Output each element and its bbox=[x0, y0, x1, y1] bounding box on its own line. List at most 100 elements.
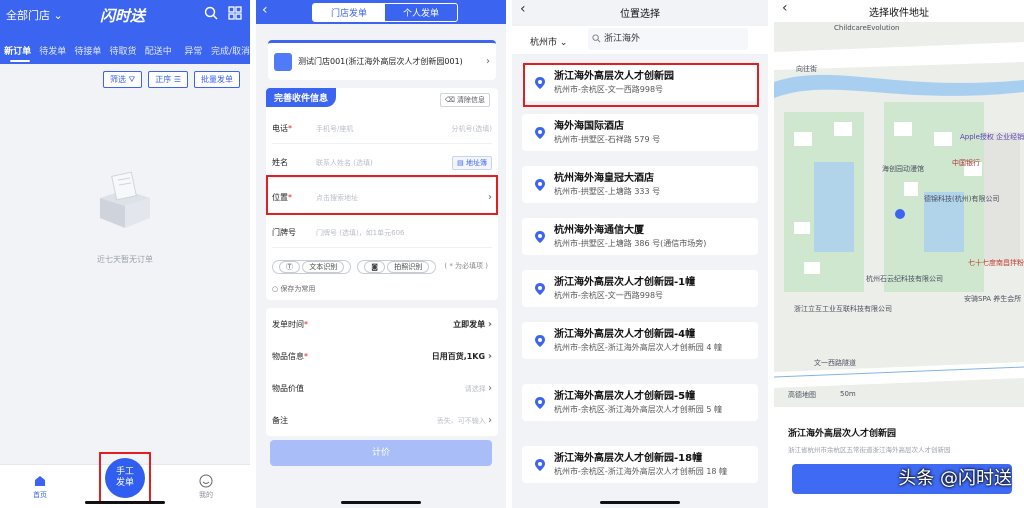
chevron-right-icon: › bbox=[488, 414, 492, 426]
goods-row[interactable]: 物品信息* 日用百货,1KG › bbox=[272, 340, 492, 372]
location-pin-icon bbox=[535, 126, 545, 139]
tab-store-order[interactable]: 门店发单 bbox=[313, 4, 386, 21]
search-icon bbox=[592, 34, 601, 43]
save-common-checkbox[interactable]: ○ 保存为常用 bbox=[272, 284, 315, 294]
phone-input[interactable]: 手机号/座机 bbox=[316, 124, 452, 134]
price-button[interactable]: 计价 bbox=[270, 440, 492, 466]
batch-send-button[interactable]: 批量发单 bbox=[194, 71, 240, 88]
list-item[interactable]: 海外海国际酒店 杭州市-拱墅区-石祥路 579 号 bbox=[522, 114, 758, 151]
phone-row: 电话* 手机号/座机 分机号(选填) bbox=[272, 114, 492, 144]
home-indicator bbox=[341, 501, 421, 504]
back-icon[interactable]: ‹ bbox=[262, 2, 268, 18]
home-indicator bbox=[600, 501, 680, 504]
filter-button[interactable]: 筛选 ⛛ bbox=[103, 71, 143, 88]
chevron-down-icon: ⌄ bbox=[53, 9, 63, 22]
map-view[interactable]: ChildcareEvolution 向往街 Apple授权 企业经销商 中国银… bbox=[774, 22, 1024, 407]
camera-icon: ◙ bbox=[364, 261, 386, 273]
location-pin-icon bbox=[535, 230, 545, 243]
tab-personal-order[interactable]: 个人发单 bbox=[385, 4, 457, 21]
form-title: 完善收件信息 bbox=[266, 88, 337, 107]
place-name: 浙江海外高层次人才创新园 bbox=[788, 429, 897, 439]
location-pin-icon bbox=[535, 458, 545, 471]
empty-state-text: 近七天暂无订单 bbox=[97, 255, 153, 264]
header-icons bbox=[204, 6, 242, 24]
search-input[interactable]: 浙江海外 bbox=[588, 28, 748, 50]
manual-order-highlight: 手工 发单 bbox=[99, 452, 151, 504]
door-row: 门牌号 门牌号 (选填)，如1单元606 bbox=[272, 218, 492, 248]
text-icon: Ⓣ bbox=[279, 261, 300, 273]
chevron-right-icon: › bbox=[487, 350, 492, 362]
name-input[interactable]: 联系人姓名 (选填) bbox=[316, 158, 452, 168]
address-book-button[interactable]: ▤ 地址簿 bbox=[452, 155, 492, 170]
empty-box-icon bbox=[100, 171, 150, 228]
page-title: 位置选择 bbox=[620, 9, 660, 20]
store-selector[interactable]: 全部门店 ⌄ bbox=[6, 7, 63, 23]
top-bar: ‹ 门店发单 个人发单 bbox=[256, 0, 506, 24]
list-item[interactable]: 浙江海外高层次人才创新园-1幢 杭州市-余杭区-文一西路998号 bbox=[522, 270, 758, 307]
create-order-screen: ‹ 门店发单 个人发单 测试门店001(浙江海外高层次人才创新园001) › 完… bbox=[256, 0, 506, 508]
address-header: ‹ 选择收件地址 bbox=[774, 0, 1024, 22]
selected-result-highlight bbox=[523, 63, 759, 107]
search-icon[interactable] bbox=[204, 6, 218, 20]
city-selector[interactable]: 杭州市 ⌄ bbox=[530, 35, 567, 48]
grid-menu-icon[interactable] bbox=[228, 6, 242, 20]
nav-mine[interactable]: 我的 bbox=[186, 474, 226, 500]
eraser-icon: ⌫ bbox=[444, 96, 455, 104]
location-picker-screen: ‹ 位置选择 杭州市 ⌄ 浙江海外 浙江海外高层次人才创新园 杭州市-余杭区-文… bbox=[512, 0, 768, 508]
chevron-right-icon: › bbox=[488, 382, 492, 394]
tab-delivering[interactable]: 配送中 bbox=[141, 44, 176, 57]
active-tab-indicator bbox=[10, 60, 30, 62]
watermark: 头条 @闪时送 bbox=[898, 468, 1012, 489]
list-item[interactable]: 浙江海外高层次人才创新园-5幢 杭州市-余杭区-浙江海外高层次人才创新园 5 幢 bbox=[522, 384, 758, 421]
send-time-row[interactable]: 发单时间* 立即发单 › bbox=[272, 308, 492, 340]
store-card[interactable]: 测试门店001(浙江海外高层次人才创新园001) › bbox=[268, 40, 496, 80]
photo-recognition-button[interactable]: ◙ 拍照识别 bbox=[357, 260, 437, 274]
clear-info-button[interactable]: ⌫ 清除信息 bbox=[439, 93, 490, 107]
list-item[interactable]: 杭州海外海通信大厦 杭州市-拱墅区-上塘路 386 号(通信市场旁) bbox=[522, 218, 758, 255]
required-hint: ( * 为必填项 ) bbox=[444, 262, 488, 270]
chevron-right-icon: › bbox=[487, 318, 492, 330]
order-header: 全部门店 ⌄ 闪时送 新订单 待发单 待接单 待取货 配送中 异常 完成/取消 bbox=[0, 0, 250, 64]
tab-pending-accept[interactable]: 待接单 bbox=[70, 44, 105, 57]
sort-button[interactable]: 正序 ☰ bbox=[148, 71, 188, 88]
tab-done-cancel[interactable]: 完成/取消 bbox=[211, 44, 250, 57]
book-icon: ▤ bbox=[457, 158, 464, 167]
list-item[interactable]: 杭州海外海皇冠大酒店 杭州市-拱墅区-上塘路 333 号 bbox=[522, 166, 758, 203]
tab-pending-pickup[interactable]: 待取货 bbox=[105, 44, 140, 57]
recognition-tools: Ⓣ 文本识别 ◙ 拍照识别 bbox=[272, 260, 437, 274]
location-pin-icon bbox=[535, 334, 545, 347]
funnel-icon: ⛛ bbox=[128, 75, 136, 84]
location-pin-icon bbox=[535, 178, 545, 191]
home-icon bbox=[35, 476, 45, 486]
search-bar: 杭州市 ⌄ 浙江海外 bbox=[512, 26, 768, 54]
order-list-screen: 全部门店 ⌄ 闪时送 新订单 待发单 待接单 待取货 配送中 异常 完成/取消 … bbox=[0, 0, 250, 508]
page-title: 选择收件地址 bbox=[869, 8, 929, 19]
extension-input[interactable]: 分机号(选填) bbox=[452, 124, 492, 134]
list-item[interactable]: 浙江海外高层次人才创新园-4幢 杭州市-余杭区-浙江海外高层次人才创新园 4 幢 bbox=[522, 322, 758, 359]
order-type-switch: 门店发单 个人发单 bbox=[312, 3, 459, 22]
sort-icon: ☰ bbox=[173, 75, 181, 84]
location-highlight bbox=[266, 175, 498, 215]
tab-exception[interactable]: 异常 bbox=[176, 44, 211, 57]
smiley-icon bbox=[199, 474, 213, 488]
order-status-tabs: 新订单 待发单 待接单 待取货 配送中 异常 完成/取消 bbox=[0, 44, 250, 57]
chevron-down-icon: ⌄ bbox=[559, 38, 568, 48]
select-address-screen: ‹ 选择收件地址 ChildcareEvolution 向往街 Apple授权 … bbox=[774, 0, 1024, 508]
remark-row[interactable]: 备注 丢失、可不输入 › bbox=[272, 404, 492, 436]
order-options: 发单时间* 立即发单 › 物品信息* 日用百货,1KG › 物品价值 请选择 ›… bbox=[266, 308, 498, 436]
tab-pending-send[interactable]: 待发单 bbox=[35, 44, 70, 57]
radio-icon: ○ bbox=[272, 285, 279, 293]
map-canvas bbox=[774, 22, 1024, 407]
list-item[interactable]: 浙江海外高层次人才创新园-18幢 杭州市-余杭区-浙江海外高层次人才创新园 18… bbox=[522, 446, 758, 483]
store-name: 测试门店001(浙江海外高层次人才创新园001) bbox=[298, 57, 463, 66]
text-recognition-button[interactable]: Ⓣ 文本识别 bbox=[272, 260, 352, 274]
manual-order-button[interactable]: 手工 发单 bbox=[105, 458, 145, 498]
filter-bar: 筛选 ⛛ 正序 ☰ 批量发单 bbox=[103, 71, 240, 88]
nav-home[interactable]: 首页 bbox=[20, 474, 60, 500]
location-pin-icon bbox=[535, 396, 545, 409]
tab-new[interactable]: 新订单 bbox=[0, 44, 35, 57]
door-input[interactable]: 门牌号 (选填)，如1单元606 bbox=[316, 228, 492, 238]
store-icon bbox=[274, 52, 292, 71]
goods-value-row[interactable]: 物品价值 请选择 › bbox=[272, 372, 492, 404]
brand-logo: 闪时送 bbox=[100, 7, 146, 25]
